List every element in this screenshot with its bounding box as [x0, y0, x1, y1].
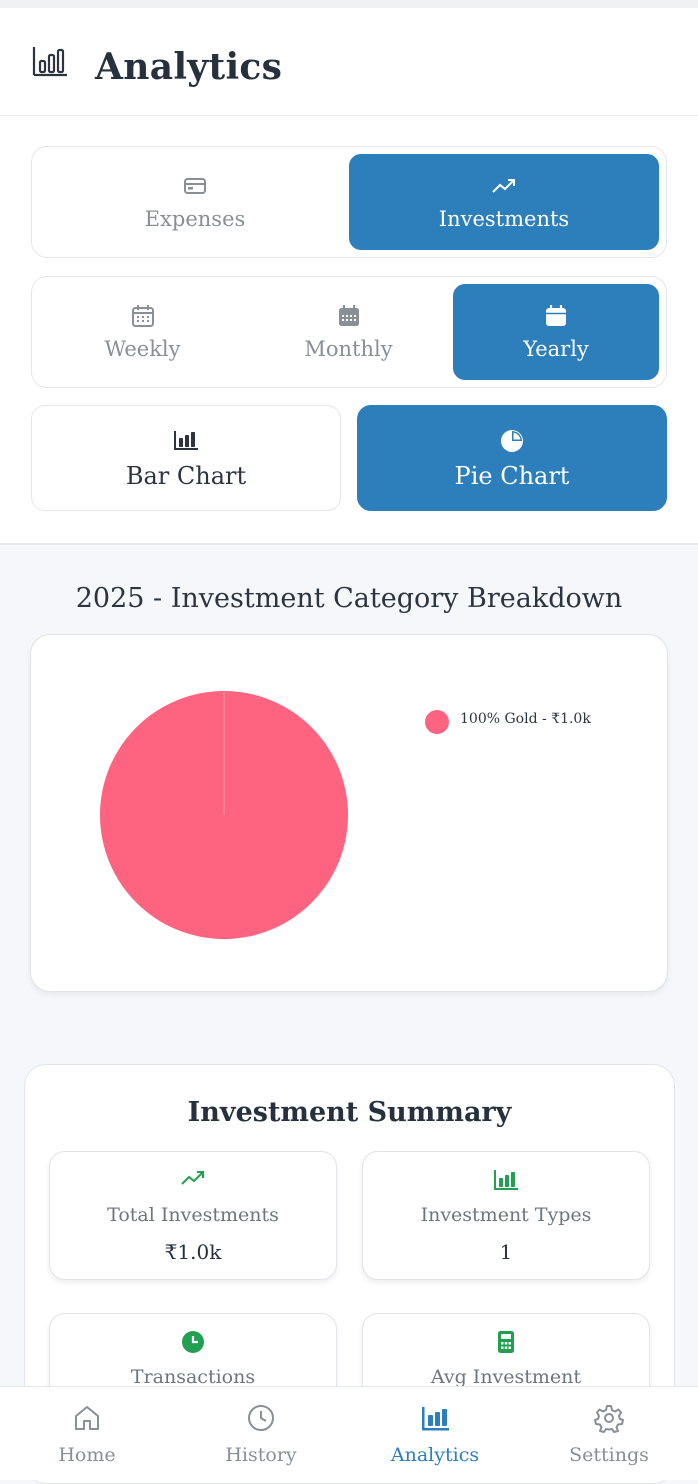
stat-label: Investment Types	[420, 1204, 592, 1226]
pie-chart-button[interactable]: Pie Chart	[357, 405, 667, 511]
tab-yearly[interactable]: Yearly	[453, 284, 659, 380]
page-title: Analytics	[95, 46, 283, 88]
calendar-week-icon	[131, 305, 154, 327]
bar-chart-icon	[174, 431, 198, 450]
stat-investment-types: Investment Types 1	[362, 1151, 650, 1280]
home-icon	[75, 1406, 99, 1430]
stat-label: Total Investments	[107, 1204, 279, 1226]
pie-chart-icon	[501, 430, 523, 452]
stat-label: Avg Investment	[430, 1366, 582, 1388]
tab-investments-label: Investments	[438, 207, 570, 231]
stat-total-investments: Total Investments ₹1.0k	[49, 1151, 337, 1280]
bar-chart-label: Bar Chart	[125, 462, 247, 490]
summary-title: Investment Summary	[187, 1097, 512, 1128]
stat-label: Transactions	[130, 1366, 256, 1388]
tab-expenses[interactable]: Expenses	[40, 154, 350, 250]
credit-card-icon	[184, 178, 206, 194]
nav-home-label: Home	[58, 1444, 116, 1466]
status-bar	[0, 0, 698, 8]
tab-expenses-label: Expenses	[144, 207, 246, 231]
calendar-month-icon	[338, 305, 359, 326]
gear-icon	[594, 1405, 624, 1433]
clock-icon	[248, 1405, 274, 1431]
pie-chart	[100, 691, 348, 939]
nav-history[interactable]: History	[174, 1387, 348, 1480]
type-toggle: Expenses Investments	[31, 146, 667, 258]
period-toggle: Weekly Monthly Yearly	[31, 276, 667, 388]
nav-settings-label: Settings	[569, 1444, 649, 1466]
bar-chart-icon	[32, 47, 67, 77]
nav-settings[interactable]: Settings	[522, 1387, 696, 1480]
calendar-year-icon	[546, 305, 566, 326]
nav-analytics-label: Analytics	[390, 1444, 480, 1466]
tab-investments[interactable]: Investments	[349, 154, 659, 250]
nav-home[interactable]: Home	[0, 1387, 174, 1480]
legend-item: 100% Gold - ₹1.0k	[460, 711, 591, 727]
stat-value: 1	[499, 1240, 513, 1264]
tab-yearly-label: Yearly	[523, 337, 589, 361]
tab-monthly-label: Monthly	[304, 337, 393, 361]
tab-weekly[interactable]: Weekly	[40, 284, 245, 380]
stat-value: ₹1.0k	[164, 1240, 222, 1264]
app-header: Analytics	[0, 8, 698, 116]
tab-monthly[interactable]: Monthly	[245, 284, 452, 380]
trending-up-icon	[492, 179, 515, 193]
bar-chart-button[interactable]: Bar Chart	[31, 405, 341, 511]
pie-chart-label: Pie Chart	[454, 462, 570, 490]
pie-chart-card: 100% Gold - ₹1.0k	[30, 634, 668, 992]
nav-analytics[interactable]: Analytics	[348, 1387, 522, 1480]
tab-weekly-label: Weekly	[104, 337, 181, 361]
calculator-icon	[498, 1331, 514, 1353]
bar-chart-icon	[494, 1170, 518, 1190]
legend-swatch	[425, 710, 449, 734]
filter-controls: Expenses Investments Weekly Monthly Year…	[0, 116, 698, 545]
clock-icon	[182, 1331, 204, 1353]
bar-chart-icon	[422, 1407, 449, 1431]
nav-history-label: History	[225, 1444, 297, 1466]
bottom-navigation: Home History Analytics Settings	[0, 1386, 698, 1480]
breakdown-title: 2025 - Investment Category Breakdown	[75, 583, 623, 614]
trending-up-icon	[181, 1171, 204, 1185]
